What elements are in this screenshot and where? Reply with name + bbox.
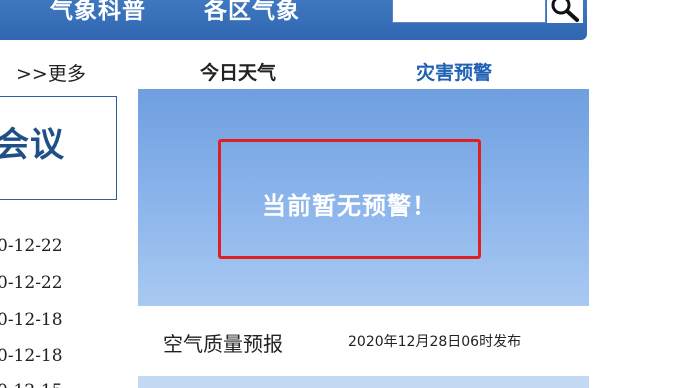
top-nav-bar: 气象科普 各区气象 [0, 0, 587, 40]
news-date[interactable]: 0-12-18 [0, 346, 63, 366]
warning-frame: 当前暂无预警！ [218, 139, 481, 259]
news-date[interactable]: 0-12-22 [0, 273, 63, 293]
news-date[interactable]: 0-12-22 [0, 236, 63, 256]
air-quality-title[interactable]: 空气质量预报 [163, 328, 283, 357]
meeting-banner[interactable]: 会议 [0, 96, 117, 200]
search-input[interactable] [393, 0, 545, 22]
meeting-banner-text: 会议 [0, 125, 65, 165]
search-button[interactable] [547, 0, 583, 23]
news-date[interactable]: 0-12-15 [0, 381, 63, 388]
nav-item-weather-science[interactable]: 气象科普 [50, 0, 146, 28]
tab-disaster-warning[interactable]: 灾害预警 [416, 58, 492, 85]
tab-today-weather[interactable]: 今日天气 [200, 58, 276, 85]
no-warning-message: 当前暂无预警！ [262, 192, 437, 220]
nav-item-district-weather[interactable]: 各区气象 [204, 0, 300, 28]
air-quality-panel [138, 376, 589, 388]
search-box [392, 0, 546, 23]
search-icon [551, 0, 579, 22]
more-link[interactable]: >>更多 [16, 59, 86, 86]
air-quality-published-time: 2020年12月28日06时发布 [348, 334, 522, 350]
warning-panel: 当前暂无预警！ [138, 89, 589, 306]
news-date[interactable]: 0-12-18 [0, 310, 63, 330]
